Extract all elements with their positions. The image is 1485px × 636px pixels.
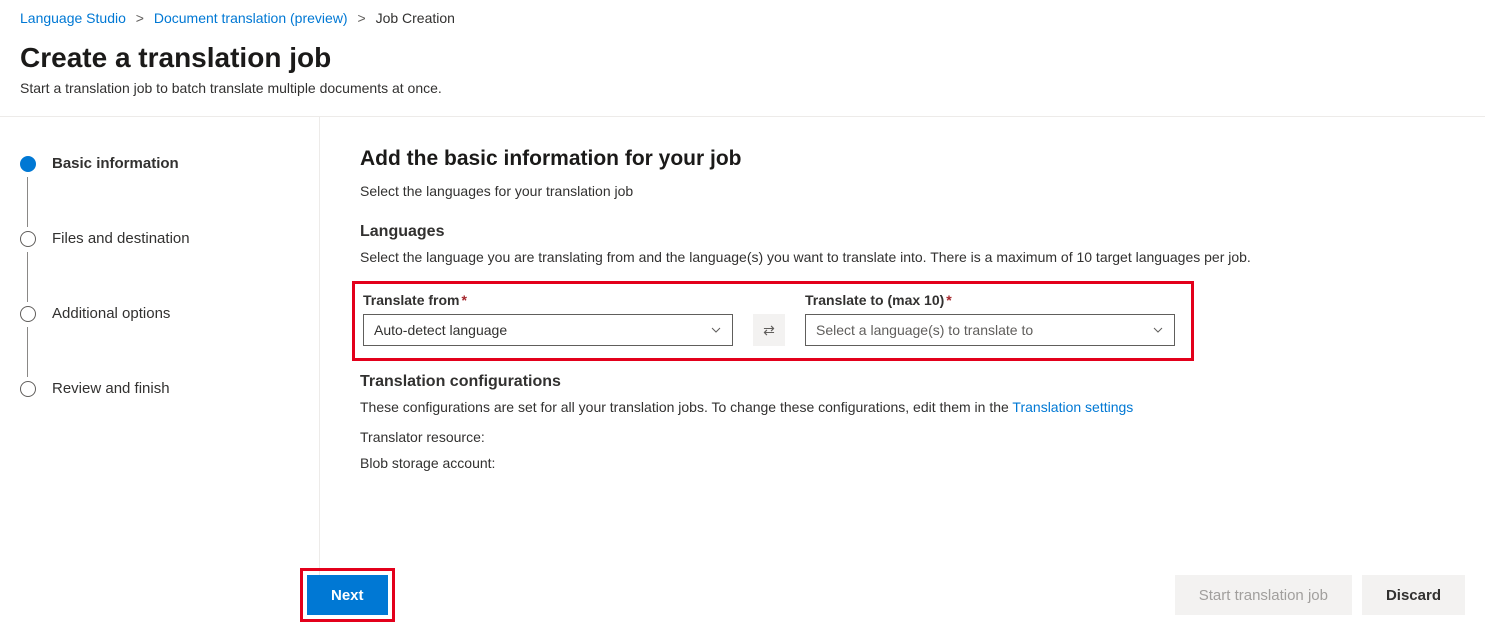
translation-configurations-text: These configurations are set for all you… bbox=[360, 399, 1465, 415]
section-title: Add the basic information for your job bbox=[360, 147, 1465, 171]
breadcrumb: Language Studio > Document translation (… bbox=[0, 0, 1485, 26]
step-review-finish[interactable]: Review and finish bbox=[20, 380, 299, 397]
breadcrumb-current: Job Creation bbox=[376, 10, 455, 26]
step-files-destination[interactable]: Files and destination bbox=[20, 230, 299, 247]
required-asterisk-icon: * bbox=[946, 292, 951, 308]
chevron-down-icon bbox=[710, 324, 722, 336]
translate-to-label: Translate to (max 10)* bbox=[805, 292, 1175, 308]
breadcrumb-link-language-studio[interactable]: Language Studio bbox=[20, 10, 126, 26]
languages-description: Select the language you are translating … bbox=[360, 249, 1465, 265]
page-title: Create a translation job bbox=[0, 26, 1485, 80]
swap-icon: ⇄ bbox=[763, 322, 775, 339]
step-label: Review and finish bbox=[52, 380, 170, 397]
translation-configurations-heading: Translation configurations bbox=[360, 373, 1465, 391]
step-label: Basic information bbox=[52, 155, 179, 172]
chevron-right-icon: > bbox=[130, 10, 150, 26]
step-additional-options[interactable]: Additional options bbox=[20, 305, 299, 322]
step-label: Files and destination bbox=[52, 230, 190, 247]
required-asterisk-icon: * bbox=[461, 292, 466, 308]
translate-to-placeholder: Select a language(s) to translate to bbox=[816, 322, 1033, 338]
page-subtitle: Start a translation job to batch transla… bbox=[0, 80, 1485, 116]
step-indicator-icon bbox=[20, 381, 36, 397]
blob-storage-row: Blob storage account: bbox=[360, 455, 1465, 471]
discard-button[interactable]: Discard bbox=[1362, 575, 1465, 615]
section-subtitle: Select the languages for your translatio… bbox=[360, 183, 1465, 199]
start-translation-job-button: Start translation job bbox=[1175, 575, 1352, 615]
chevron-right-icon: > bbox=[351, 10, 371, 26]
translate-from-label: Translate from* bbox=[363, 292, 733, 308]
wizard-footer: Next Start translation job Discard bbox=[0, 568, 1485, 622]
breadcrumb-link-document-translation[interactable]: Document translation (preview) bbox=[154, 10, 348, 26]
step-indicator-icon bbox=[20, 231, 36, 247]
step-label: Additional options bbox=[52, 305, 170, 322]
highlight-languages: Translate from* Auto-detect language ⇄ bbox=[352, 281, 1194, 361]
step-indicator-icon bbox=[20, 156, 36, 172]
wizard-steps: Basic information Files and destination … bbox=[0, 117, 320, 597]
translator-resource-row: Translator resource: bbox=[360, 429, 1465, 445]
next-button[interactable]: Next bbox=[307, 575, 388, 615]
swap-languages-button[interactable]: ⇄ bbox=[753, 314, 785, 346]
translate-from-dropdown[interactable]: Auto-detect language bbox=[363, 314, 733, 346]
translation-settings-link[interactable]: Translation settings bbox=[1012, 399, 1133, 415]
chevron-down-icon bbox=[1152, 324, 1164, 336]
translate-to-dropdown[interactable]: Select a language(s) to translate to bbox=[805, 314, 1175, 346]
translate-from-value: Auto-detect language bbox=[374, 322, 507, 338]
highlight-next: Next bbox=[300, 568, 395, 622]
step-basic-information[interactable]: Basic information bbox=[20, 155, 299, 172]
languages-heading: Languages bbox=[360, 223, 1465, 241]
step-indicator-icon bbox=[20, 306, 36, 322]
